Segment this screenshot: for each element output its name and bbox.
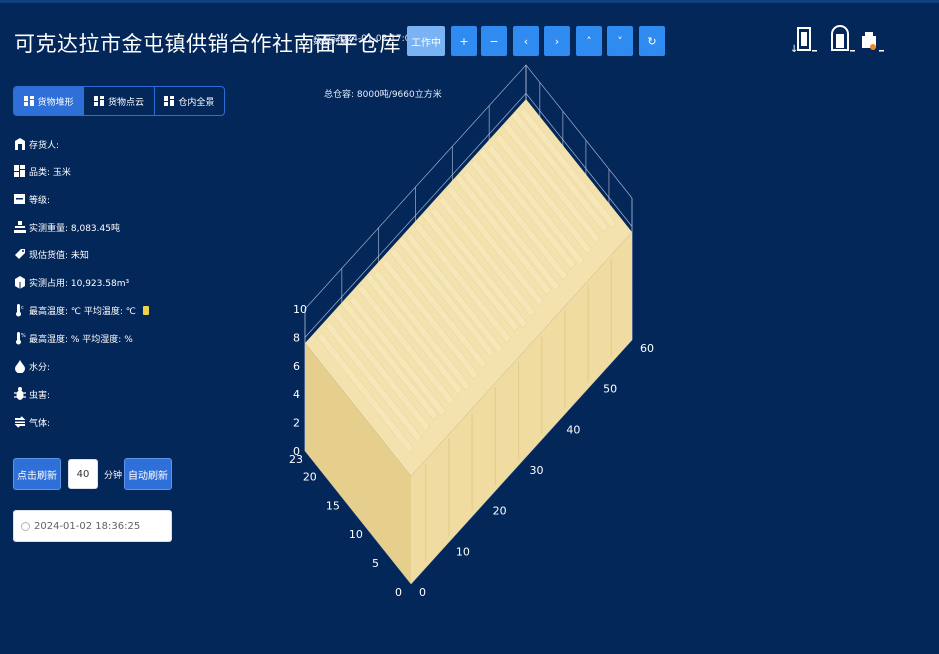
x-tick-label: 10 xyxy=(349,528,363,541)
x-tick-label: 0 xyxy=(395,586,402,599)
y-tick-label: 20 xyxy=(493,505,507,518)
x-tick-label: 15 xyxy=(326,499,340,512)
y-tick-label: 60 xyxy=(640,342,654,355)
x-tick-label: 20 xyxy=(303,470,317,483)
cargo-pile-surface xyxy=(305,99,632,584)
cargo-pile-3d-chart[interactable]: 024681005101520230102030405060 xyxy=(0,0,939,654)
y-tick-label: 40 xyxy=(566,423,580,436)
x-tick-label: 5 xyxy=(372,557,379,570)
y-tick-label: 50 xyxy=(603,383,617,396)
y-tick-label: 10 xyxy=(456,545,470,558)
x-tick-label: 23 xyxy=(289,453,303,466)
z-tick-label: 8 xyxy=(293,331,300,344)
y-tick-label: 0 xyxy=(419,586,426,599)
y-tick-label: 30 xyxy=(530,464,544,477)
z-tick-label: 10 xyxy=(293,303,307,316)
z-tick-label: 2 xyxy=(293,417,300,430)
z-tick-label: 6 xyxy=(293,360,300,373)
z-tick-label: 4 xyxy=(293,388,300,401)
